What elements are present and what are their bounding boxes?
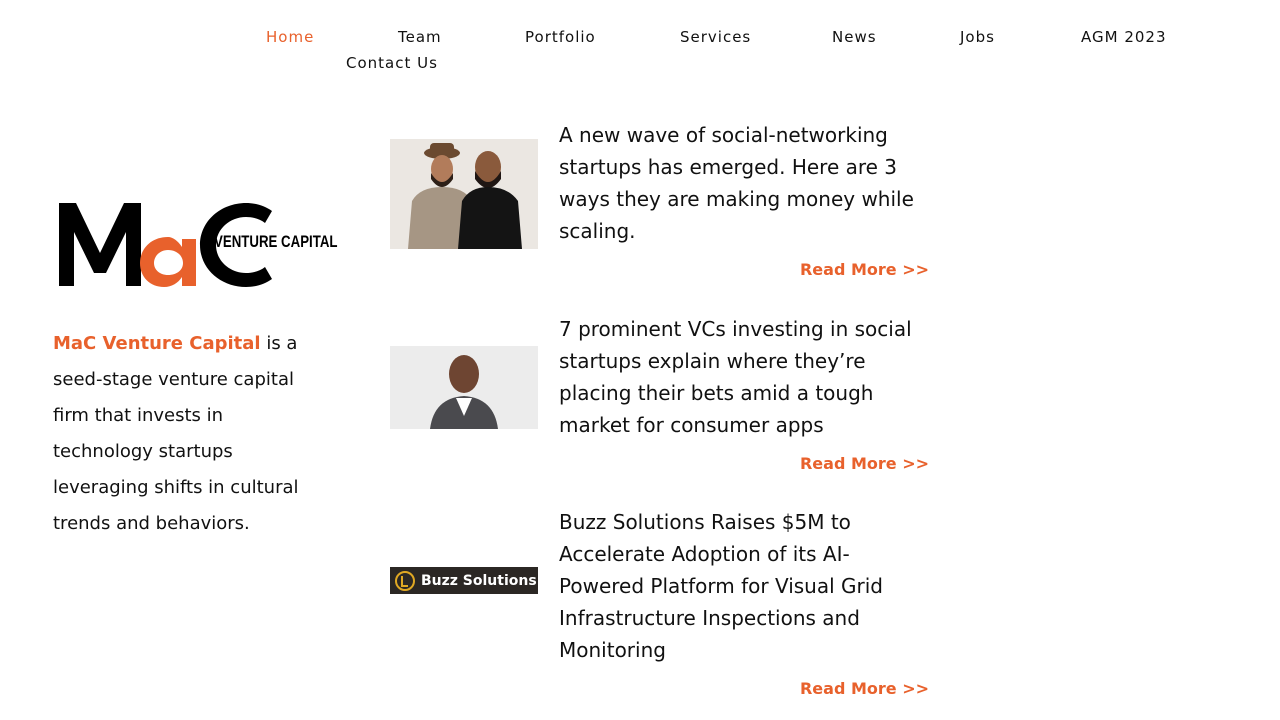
article-1-headline[interactable]: A new wave of social-networking startups… bbox=[559, 119, 929, 247]
nav-agm-2023[interactable]: AGM 2023 bbox=[1081, 28, 1167, 46]
nav-jobs[interactable]: Jobs bbox=[960, 28, 995, 46]
article-1-read-more[interactable]: Read More >> bbox=[800, 260, 929, 279]
nav-contact-us[interactable]: Contact Us bbox=[346, 54, 438, 72]
nav-team[interactable]: Team bbox=[398, 28, 442, 46]
intro-paragraph: MaC Venture Capital is a seed-stage vent… bbox=[53, 326, 323, 542]
buzz-solutions-logo-icon bbox=[395, 570, 415, 591]
article-3-read-more[interactable]: Read More >> bbox=[800, 679, 929, 698]
intro-text: is a seed-stage venture capital firm tha… bbox=[53, 333, 299, 534]
nav-home[interactable]: Home bbox=[266, 28, 314, 46]
article-3-headline[interactable]: Buzz Solutions Raises $5M to Accelerate … bbox=[559, 506, 929, 666]
nav-portfolio[interactable]: Portfolio bbox=[525, 28, 596, 46]
article-1-image[interactable] bbox=[390, 139, 538, 249]
man-in-suit-photo-icon bbox=[390, 346, 538, 429]
article-2-read-more[interactable]: Read More >> bbox=[800, 454, 929, 473]
article-2-headline[interactable]: 7 prominent VCs investing in social star… bbox=[559, 313, 929, 441]
nav-news[interactable]: News bbox=[832, 28, 877, 46]
brand-name[interactable]: MaC Venture Capital bbox=[53, 333, 261, 354]
nav-services[interactable]: Services bbox=[680, 28, 751, 46]
article-3-image[interactable]: Buzz Solutions bbox=[390, 567, 538, 594]
article-2-image[interactable] bbox=[390, 346, 538, 429]
buzz-solutions-image-text: Buzz Solutions bbox=[421, 572, 537, 589]
logo-tagline: VENTURE CAPITAL bbox=[214, 232, 338, 251]
main-nav: Home Team Portfolio Services News Jobs A… bbox=[0, 0, 1280, 90]
two-men-photo-icon bbox=[390, 139, 538, 249]
